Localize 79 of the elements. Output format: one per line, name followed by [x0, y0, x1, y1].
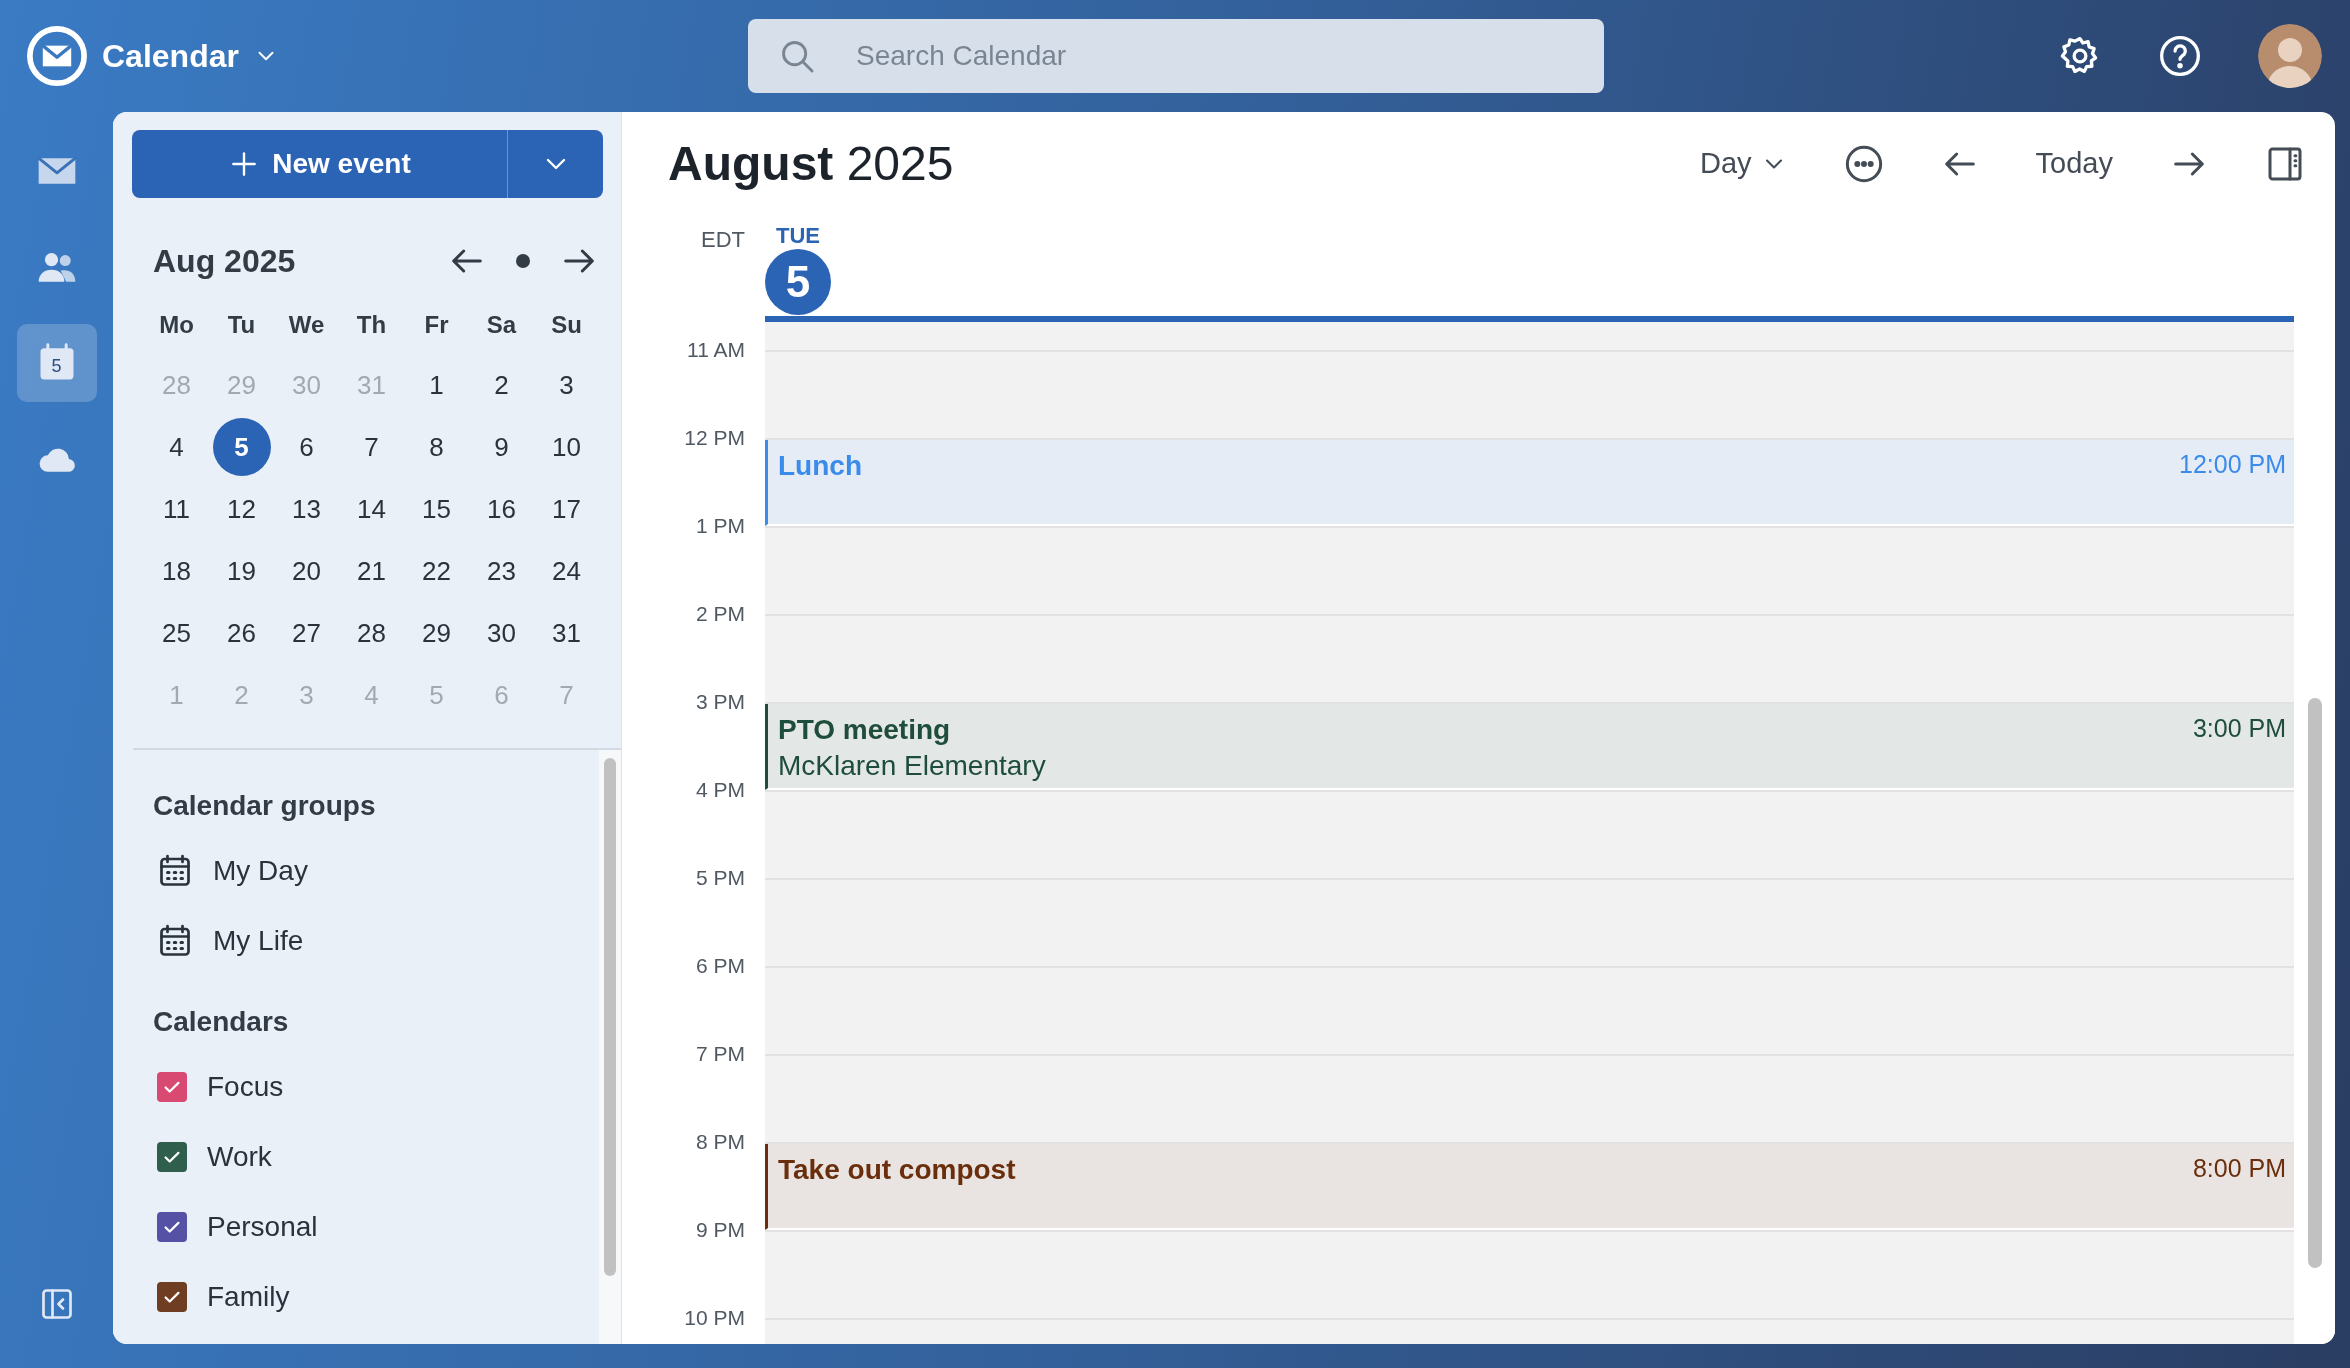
- month-title: August 2025: [668, 136, 954, 191]
- calendar-day[interactable]: 11: [147, 480, 206, 538]
- checkbox[interactable]: [157, 1282, 187, 1312]
- calendar-name: Focus: [207, 1071, 284, 1103]
- date-circle: 5: [765, 249, 831, 315]
- calendar-day[interactable]: 30: [472, 604, 531, 662]
- checkbox[interactable]: [157, 1072, 187, 1102]
- scrollbar-thumb[interactable]: [604, 758, 616, 1276]
- calendar-day[interactable]: 29: [407, 604, 466, 662]
- calendar-name: Work: [207, 1141, 272, 1173]
- calendar-group-item[interactable]: My Day: [153, 836, 314, 906]
- calendar-group-item[interactable]: My Life: [153, 906, 310, 976]
- today-button[interactable]: Today: [2035, 147, 2113, 180]
- calendar-day[interactable]: 8: [407, 418, 466, 476]
- calendar-day[interactable]: 3: [537, 356, 596, 414]
- weekday-label: We: [287, 310, 326, 340]
- view-dropdown[interactable]: Day: [1700, 147, 1788, 180]
- calendar-day[interactable]: 13: [277, 480, 336, 538]
- calendar-day[interactable]: 25: [147, 604, 206, 662]
- scrollbar-thumb[interactable]: [2307, 698, 2322, 1268]
- calendar-icon: [157, 923, 193, 959]
- rail-tab-selected[interactable]: 5: [16, 324, 97, 402]
- calendar-day[interactable]: 28: [342, 604, 401, 662]
- calendar-day[interactable]: 9: [472, 418, 531, 476]
- event-block[interactable]: Take out compost 8:00 PM: [765, 1144, 2294, 1230]
- calendar-day[interactable]: 26: [212, 604, 271, 662]
- checkbox[interactable]: [157, 1142, 187, 1172]
- event-title: Take out compost: [778, 1154, 1017, 1186]
- weekday-label: Fr: [423, 310, 450, 340]
- calendar-day[interactable]: 20: [277, 542, 336, 600]
- help-icon[interactable]: [2158, 34, 2202, 78]
- calendar-day[interactable]: 23: [472, 542, 531, 600]
- calendar-day[interactable]: 14: [342, 480, 401, 538]
- weekday-label: Tu: [226, 310, 257, 340]
- new-event-button[interactable]: New event: [132, 130, 507, 198]
- calendar-icon: [157, 853, 193, 889]
- calendar-day[interactable]: 27: [277, 604, 336, 662]
- calendar-day[interactable]: 12: [212, 480, 271, 538]
- calendar-day[interactable]: 31: [537, 604, 596, 662]
- weekday-label: Su: [550, 310, 583, 340]
- event-block[interactable]: PTO meeting McKlaren Elementary 3:00 PM: [765, 704, 2294, 790]
- event-time: 8:00 PM: [2192, 1154, 2286, 1184]
- calendar-day[interactable]: 17: [537, 480, 596, 538]
- calendar-day[interactable]: 19: [212, 542, 271, 600]
- calendar-day[interactable]: 4: [147, 418, 206, 476]
- timezone-label: EDT: [700, 226, 746, 254]
- app-title[interactable]: Calendar: [102, 37, 239, 75]
- calendar-day[interactable]: 5: [212, 418, 271, 476]
- calendar-day[interactable]: 10: [537, 418, 596, 476]
- calendar-day[interactable]: 6: [277, 418, 336, 476]
- event-time: 12:00 PM: [2179, 450, 2286, 480]
- calendar-day[interactable]: 1: [407, 356, 466, 414]
- calendar-day[interactable]: 18: [147, 542, 206, 600]
- logo-icon: [26, 25, 88, 87]
- event-title: Lunch: [778, 450, 863, 482]
- calendar-day[interactable]: 16: [472, 480, 531, 538]
- weekday-label: Mo: [158, 310, 195, 340]
- weekday-label: TUE: [775, 223, 821, 249]
- more-options-icon[interactable]: [1843, 143, 1884, 184]
- checkbox[interactable]: [157, 1212, 187, 1242]
- mini-calendar-title: Aug 2025: [153, 242, 297, 280]
- calendar-day[interactable]: 22: [407, 542, 466, 600]
- event-time: 3:00 PM: [2192, 714, 2286, 744]
- section-heading: Calendars: [153, 1006, 290, 1038]
- calendar-day[interactable]: 2: [472, 356, 531, 414]
- event-title: PTO meeting: [778, 714, 952, 746]
- dot-icon[interactable]: [515, 253, 531, 269]
- calendar-day[interactable]: 15: [407, 480, 466, 538]
- calendar-day[interactable]: 21: [342, 542, 401, 600]
- calendar-day[interactable]: 24: [537, 542, 596, 600]
- avatar-icon[interactable]: [2258, 24, 2322, 88]
- calendar-name: Family: [207, 1281, 290, 1313]
- weekday-label: Sa: [485, 310, 518, 340]
- search-field[interactable]: Search Calendar: [748, 19, 1604, 93]
- event-location: McKlaren Elementary: [778, 750, 1047, 782]
- calendar-name: Personal: [207, 1211, 318, 1243]
- calendar-day[interactable]: 7: [342, 418, 401, 476]
- weekday-label: Th: [355, 310, 388, 340]
- section-heading: Calendar groups: [153, 790, 377, 822]
